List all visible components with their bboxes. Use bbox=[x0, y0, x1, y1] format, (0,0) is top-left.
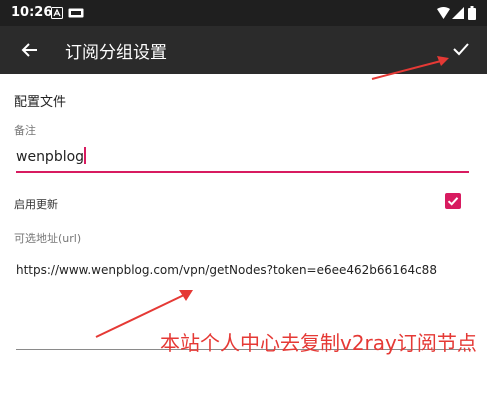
annotation-text: 本站个人中心去复制v2ray订阅节点 bbox=[160, 331, 477, 355]
annotation-arrow-line-top bbox=[371, 60, 442, 80]
